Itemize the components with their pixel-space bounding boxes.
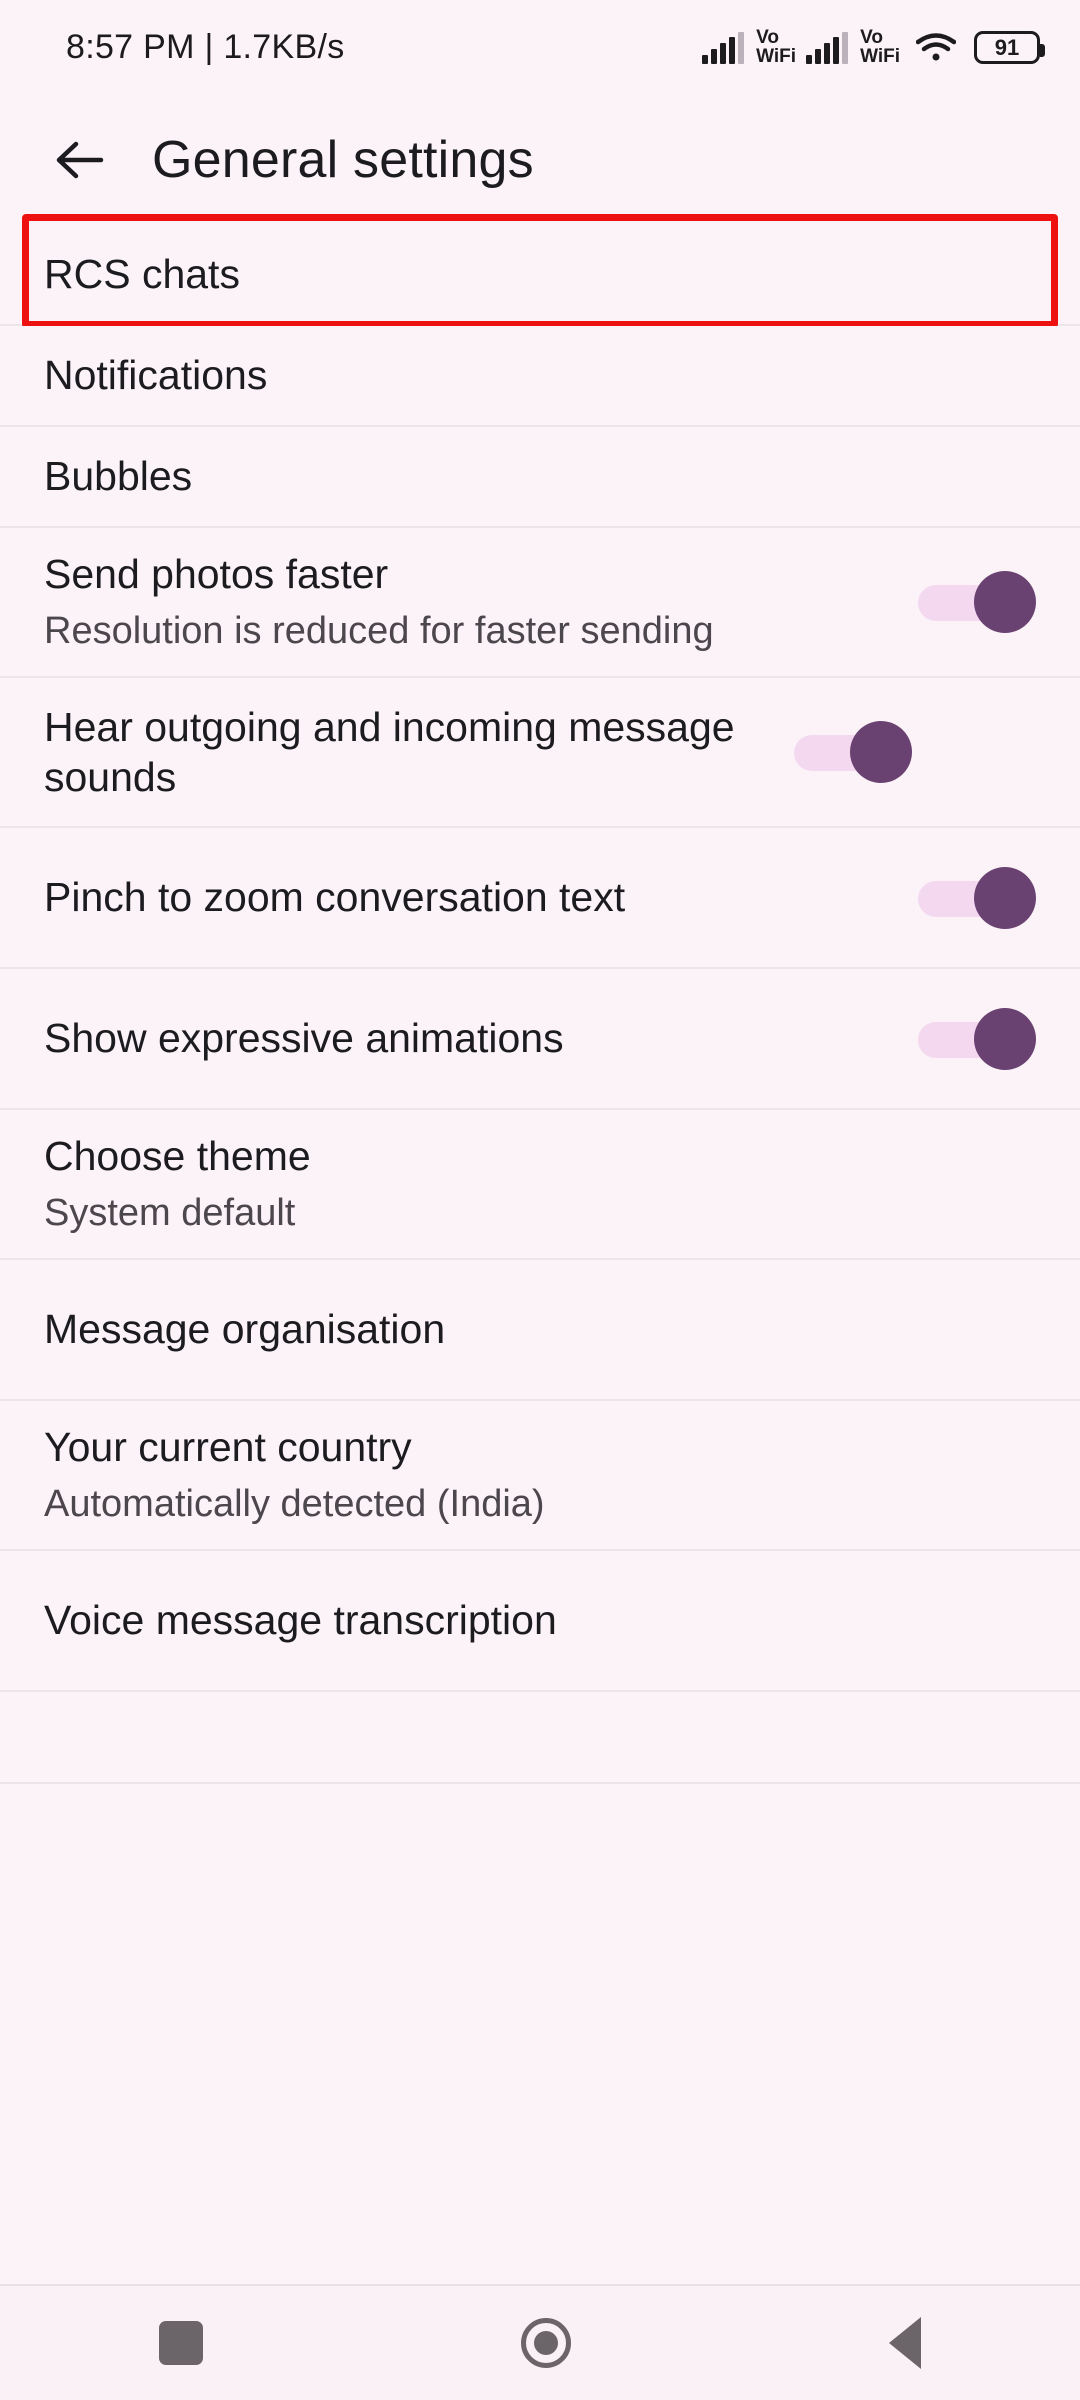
toggle-expressive-animations[interactable]	[918, 1007, 1036, 1070]
setting-title: Pinch to zoom conversation text	[44, 874, 626, 921]
status-bar: 8:57 PM | 1.7KB/s Vo WiFi Vo WiFi 91	[0, 0, 1080, 95]
toggle-thumb	[850, 721, 912, 783]
volte-wifi-icon: Vo WiFi	[860, 27, 900, 67]
setting-row-notifications[interactable]: Notifications	[0, 326, 1080, 427]
toggle-pinch-to-zoom[interactable]	[918, 866, 1036, 929]
page-title: General settings	[152, 131, 534, 189]
triangle-back-icon[interactable]	[889, 2317, 921, 2369]
setting-row-send-photos-faster[interactable]: Send photos faster Resolution is reduced…	[0, 528, 1080, 678]
volte-wifi-icon: Vo WiFi	[756, 27, 797, 67]
toggle-send-photos-faster[interactable]	[918, 571, 1036, 633]
setting-row-pinch-to-zoom[interactable]: Pinch to zoom conversation text	[0, 828, 1080, 969]
setting-row-partial[interactable]	[0, 1692, 1080, 1784]
arrow-left-icon	[56, 141, 104, 179]
setting-row-voice-message-transcription[interactable]: Voice message transcription	[0, 1551, 1080, 1692]
status-time-and-speed: 8:57 PM | 1.7KB/s	[66, 28, 345, 66]
wifi-icon	[916, 32, 956, 63]
setting-title: Hear outgoing and incoming message sound…	[44, 703, 735, 800]
setting-row-message-organisation[interactable]: Message organisation	[0, 1260, 1080, 1401]
back-button[interactable]	[52, 133, 106, 187]
setting-subtitle: Resolution is reduced for faster sending	[44, 610, 714, 653]
volte-line1: Vo	[860, 27, 883, 49]
phone-screen: 8:57 PM | 1.7KB/s Vo WiFi Vo WiFi 91 Gen…	[0, 0, 1080, 2400]
setting-row-message-sounds[interactable]: Hear outgoing and incoming message sound…	[0, 678, 1080, 828]
setting-row-current-country[interactable]: Your current country Automatically detec…	[0, 1401, 1080, 1551]
setting-row-bubbles[interactable]: Bubbles	[0, 427, 1080, 528]
battery-icon: 91	[974, 31, 1045, 64]
toggle-thumb	[974, 1007, 1036, 1070]
setting-title: Send photos faster	[44, 551, 389, 598]
setting-title: Voice message transcription	[44, 1597, 557, 1644]
setting-title: Your current country	[44, 1424, 412, 1471]
status-icons: Vo WiFi Vo WiFi 91	[702, 27, 1045, 67]
setting-title: Show expressive animations	[44, 1015, 564, 1062]
toggle-thumb	[974, 571, 1036, 633]
signal-bars-icon	[702, 31, 745, 64]
setting-title: Bubbles	[44, 453, 193, 500]
setting-title: Message organisation	[44, 1306, 446, 1353]
android-nav-bar	[0, 2284, 1080, 2400]
setting-title: Choose theme	[44, 1133, 311, 1180]
toggle-thumb	[974, 866, 1036, 929]
setting-title: Notifications	[44, 352, 268, 399]
setting-row-choose-theme[interactable]: Choose theme System default	[0, 1110, 1080, 1260]
signal-bars-icon	[806, 31, 849, 64]
circle-home-icon[interactable]	[521, 2318, 571, 2368]
toggle-message-sounds[interactable]	[794, 721, 912, 783]
volte-line2: WiFi	[860, 45, 900, 67]
battery-percent: 91	[994, 34, 1020, 60]
setting-row-rcs-chats[interactable]: RCS chats	[0, 214, 1080, 328]
app-bar: General settings	[0, 95, 1080, 225]
setting-subtitle: System default	[44, 1192, 296, 1235]
volte-line2: WiFi	[756, 45, 797, 67]
setting-title: RCS chats	[44, 251, 240, 298]
settings-list: RCS chats Notifications Bubbles Send pho…	[0, 214, 1080, 1784]
square-recents-icon[interactable]	[159, 2321, 203, 2365]
volte-line1: Vo	[756, 27, 779, 49]
setting-row-expressive-animations[interactable]: Show expressive animations	[0, 969, 1080, 1110]
setting-subtitle: Automatically detected (India)	[44, 1483, 545, 1526]
